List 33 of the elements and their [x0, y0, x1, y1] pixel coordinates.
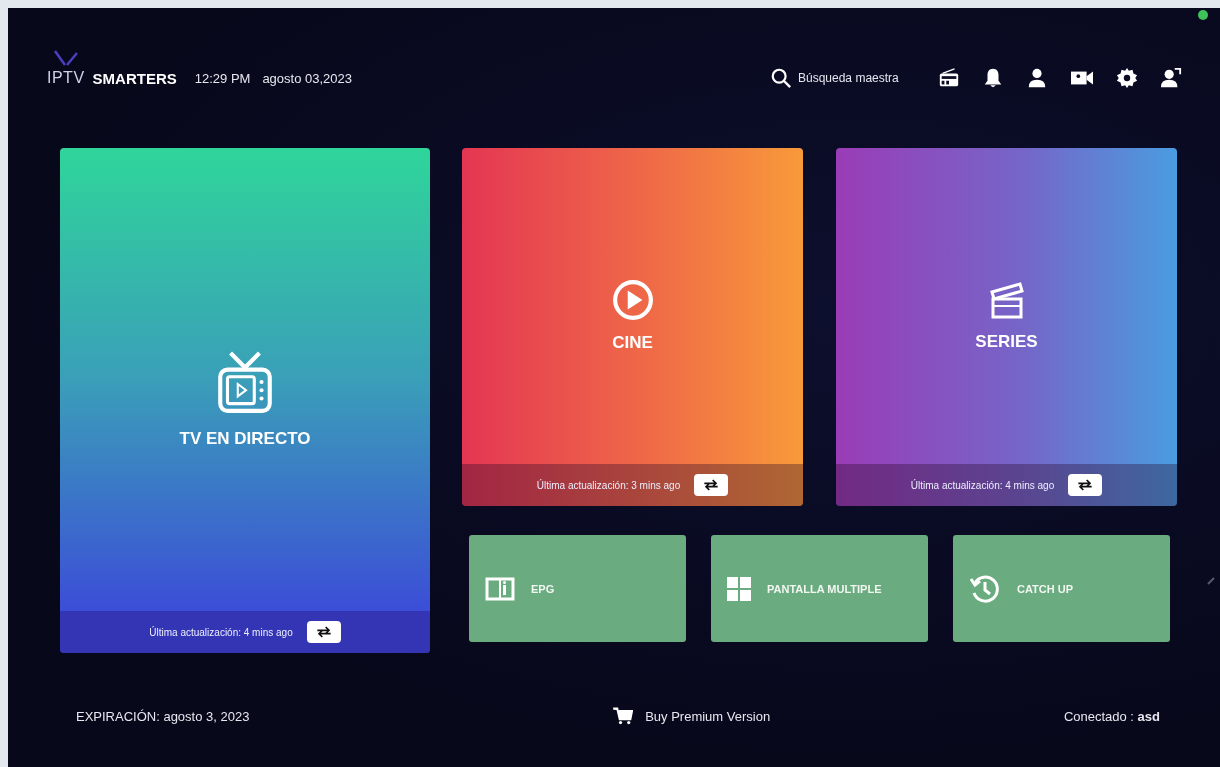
- search-icon: [770, 67, 792, 89]
- premium-link[interactable]: Buy Premium Version: [613, 707, 771, 725]
- book-icon: [485, 576, 515, 601]
- update-status: Última actualización: 4 mins ago: [910, 479, 1055, 491]
- refresh-button[interactable]: [694, 474, 729, 496]
- connection-status: Conectado : asd: [1063, 708, 1160, 724]
- tile-label: SERIES: [975, 332, 1038, 352]
- cart-icon: [613, 707, 634, 725]
- movies-tile[interactable]: CINE Última actualización: 3 mins ago: [462, 148, 803, 506]
- grid-icon: [727, 576, 751, 601]
- radio-icon[interactable]: [938, 67, 960, 89]
- update-status: Última actualización: 3 mins ago: [536, 479, 681, 491]
- tile-label: CATCH UP: [1017, 582, 1073, 595]
- date: agosto 03,2023: [262, 70, 353, 86]
- play-icon: [611, 279, 654, 321]
- expiration-date: EXPIRACIÓN: agosto 3, 2023: [76, 708, 250, 724]
- refresh-button[interactable]: [306, 621, 341, 643]
- status-dot: [1198, 10, 1208, 20]
- bell-icon[interactable]: [982, 67, 1004, 89]
- tile-label: EPG: [531, 582, 555, 595]
- update-status: Última actualización: 4 mins ago: [149, 626, 293, 638]
- switch-user-icon[interactable]: [1160, 67, 1182, 89]
- refresh-button[interactable]: [1068, 474, 1103, 496]
- series-tile[interactable]: SERIES Última actualización: 4 mins ago: [836, 148, 1177, 506]
- user-icon[interactable]: [1026, 67, 1048, 89]
- settings-icon[interactable]: [1116, 67, 1138, 89]
- search-field[interactable]: Búsqueda maestra: [770, 67, 906, 89]
- clock-time: 12:29 PM: [194, 70, 251, 86]
- live-tv-tile[interactable]: TV EN DIRECTO Última actualización: 4 mins ago: [60, 148, 430, 653]
- tile-label: TV EN DIRECTO: [179, 428, 311, 449]
- logo: IPTV SMARTERS: [45, 49, 177, 87]
- tile-label: PANTALLA MULTIPLE: [767, 582, 882, 595]
- tile-label: CINE: [612, 333, 653, 353]
